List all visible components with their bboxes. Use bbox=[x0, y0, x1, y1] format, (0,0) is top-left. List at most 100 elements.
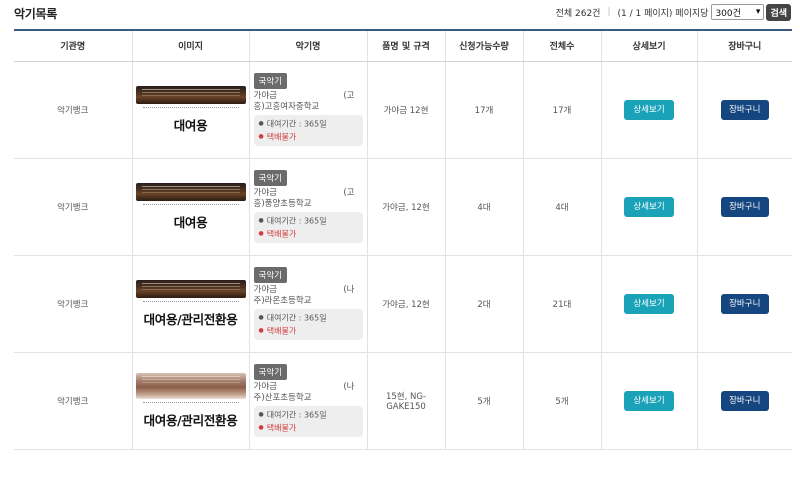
available-count: 4대 bbox=[477, 202, 491, 213]
gayageum-image bbox=[135, 372, 246, 399]
available-cell: 5개 bbox=[444, 352, 523, 450]
bullet-icon: ● bbox=[258, 411, 264, 418]
rental-period: 대여기간 : 365일 bbox=[266, 410, 327, 420]
org-name: 악기뱅크 bbox=[57, 299, 89, 310]
instrument-thumbnail[interactable]: 대여용/관리전환용 bbox=[135, 372, 246, 429]
instrument-region-text: (나 bbox=[343, 382, 355, 392]
instrument-name[interactable]: 가야금 (나 bbox=[254, 285, 363, 296]
total-count-cell: 17개 bbox=[552, 105, 572, 116]
rental-info: ● 대여기간 : 365일 ● 택배불가 bbox=[253, 406, 363, 437]
total-cell: 17개 bbox=[522, 61, 601, 159]
org-cell: 악기뱅크 bbox=[14, 158, 132, 256]
delivery-status: 택배불가 bbox=[266, 229, 297, 238]
instrument-school: 주)산포초등학교 bbox=[253, 393, 312, 403]
cart-button[interactable]: 장바구니 bbox=[720, 196, 769, 217]
instrument-name[interactable]: 가야금 (고 bbox=[254, 91, 363, 102]
instrument-region-text: (고 bbox=[343, 188, 355, 198]
detail-cell: 상세보기 bbox=[600, 61, 697, 159]
column-header-available: 신청가능수량 bbox=[444, 29, 523, 62]
image-cell[interactable]: 대여용 bbox=[131, 158, 249, 256]
table-row: 악기뱅크 대여용 국악기 가야금 (고 흥)고흥여자중학교 ● 대여기간 : 36… bbox=[14, 61, 792, 159]
rental-period: 대여기간 : 365일 bbox=[266, 119, 327, 129]
column-header-total: 전체수 bbox=[522, 29, 601, 62]
bullet-icon: ● bbox=[258, 229, 264, 237]
gayageum-image bbox=[135, 85, 246, 104]
column-header-name: 악기명 bbox=[248, 29, 367, 62]
column-header-detail: 상세보기 bbox=[600, 29, 697, 62]
instrument-thumbnail[interactable]: 대여용/관리전환용 bbox=[135, 279, 246, 328]
table-header-row: 기관명 이미지 악기명 품명 및 규격 신청가능수량 전체수 상세보기 장바구니 bbox=[14, 29, 792, 62]
table-row: 악기뱅크 대여용 국악기 가야금 (고 흥)풍양초등학교 ● 대여기간 : 365… bbox=[14, 158, 792, 256]
detail-button[interactable]: 상세보기 bbox=[624, 293, 674, 314]
spec-cell: 가야금, 12현 bbox=[366, 158, 445, 256]
cart-cell: 장바구니 bbox=[696, 158, 792, 256]
detail-button[interactable]: 상세보기 bbox=[624, 99, 674, 120]
detail-cell: 상세보기 bbox=[600, 158, 697, 256]
chevron-down-icon: ▾ bbox=[755, 7, 761, 17]
available-cell: 2대 bbox=[444, 255, 523, 353]
category-badge: 국악기 bbox=[253, 170, 287, 186]
instrument-thumbnail[interactable]: 대여용 bbox=[135, 182, 246, 231]
column-header-spec: 품명 및 규격 bbox=[366, 29, 445, 62]
spec-text: 가야금, 12현 bbox=[382, 299, 430, 310]
delivery-status: 택배불가 bbox=[266, 423, 297, 432]
cart-button[interactable]: 장바구니 bbox=[720, 390, 769, 411]
available-count: 5개 bbox=[477, 396, 491, 407]
image-cell[interactable]: 대여용/관리전환용 bbox=[131, 352, 249, 450]
column-header-image: 이미지 bbox=[131, 29, 249, 62]
spec-cell: 15현, NG-GAKE150 bbox=[366, 352, 445, 450]
page-info: (1 / 1 페이지) 페이지당 bbox=[617, 8, 709, 19]
spec-text: 가야금 12현 bbox=[383, 105, 429, 116]
rental-info: ● 대여기간 : 365일 ● 택배불가 bbox=[253, 115, 363, 146]
per-page-value: 300건 bbox=[715, 8, 741, 19]
divider: | bbox=[607, 7, 611, 17]
total-count-cell: 21대 bbox=[552, 299, 572, 310]
rental-info: ● 대여기간 : 365일 ● 택배불가 bbox=[253, 309, 363, 340]
available-count: 2대 bbox=[477, 299, 491, 310]
total-cell: 4대 bbox=[522, 158, 601, 256]
cart-button[interactable]: 장바구니 bbox=[720, 293, 769, 314]
detail-cell: 상세보기 bbox=[600, 255, 697, 353]
org-name: 악기뱅크 bbox=[57, 396, 89, 407]
thumbnail-label: 대여용 bbox=[173, 117, 208, 133]
detail-button[interactable]: 상세보기 bbox=[624, 390, 674, 411]
instrument-school: 주)라온초등학교 bbox=[253, 296, 312, 306]
total-count: 전체 262건 bbox=[555, 8, 601, 19]
gayageum-image bbox=[135, 279, 246, 298]
image-cell[interactable]: 대여용 bbox=[131, 61, 249, 159]
total-cell: 5개 bbox=[522, 352, 601, 450]
instrument-thumbnail[interactable]: 대여용 bbox=[135, 85, 246, 134]
delivery-status: 택배불가 bbox=[266, 132, 297, 141]
rental-info: ● 대여기간 : 365일 ● 택배불가 bbox=[253, 212, 363, 243]
instrument-region-text: (고 bbox=[343, 91, 355, 101]
column-header-cart: 장바구니 bbox=[696, 29, 792, 62]
thumbnail-caption-line bbox=[142, 300, 239, 303]
rental-period: 대여기간 : 365일 bbox=[266, 313, 327, 323]
instrument-region-text: (나 bbox=[343, 285, 355, 295]
total-cell: 21대 bbox=[522, 255, 601, 353]
gayageum-image bbox=[135, 182, 246, 201]
org-cell: 악기뱅크 bbox=[14, 352, 132, 450]
detail-button[interactable]: 상세보기 bbox=[624, 196, 674, 217]
instrument-name[interactable]: 가야금 (고 bbox=[254, 188, 363, 199]
name-cell: 국악기 가야금 (나 주)산포초등학교 ● 대여기간 : 365일 ● 택배불가 bbox=[248, 352, 367, 450]
category-badge: 국악기 bbox=[253, 364, 287, 380]
thumbnail-caption-line bbox=[142, 106, 239, 109]
per-page-select[interactable]: 300건 ▾ bbox=[711, 4, 765, 20]
thumbnail-label: 대여용/관리전환용 bbox=[143, 412, 238, 428]
spec-cell: 가야금, 12현 bbox=[366, 255, 445, 353]
category-badge: 국악기 bbox=[253, 73, 287, 89]
spec-text: 15현, NG-GAKE150 bbox=[385, 391, 427, 412]
instrument-name-text: 가야금 bbox=[253, 285, 277, 295]
cart-cell: 장바구니 bbox=[696, 352, 792, 450]
instrument-school: 흥)고흥여자중학교 bbox=[253, 102, 320, 112]
list-toolbar: 전체 262건 | (1 / 1 페이지) 페이지당 300건 ▾ 검색 bbox=[556, 3, 791, 21]
instrument-school: 흥)풍양초등학교 bbox=[253, 199, 312, 209]
instrument-name[interactable]: 가야금 (나 bbox=[254, 382, 363, 393]
table-row: 악기뱅크 대여용/관리전환용 국악기 가야금 (나 주)라온초등학교 ● 대여기간… bbox=[14, 255, 792, 353]
image-cell[interactable]: 대여용/관리전환용 bbox=[131, 255, 249, 353]
search-button[interactable]: 검색 bbox=[766, 3, 791, 21]
bullet-icon: ● bbox=[258, 120, 264, 127]
cart-button[interactable]: 장바구니 bbox=[720, 99, 769, 120]
org-name: 악기뱅크 bbox=[57, 105, 89, 116]
